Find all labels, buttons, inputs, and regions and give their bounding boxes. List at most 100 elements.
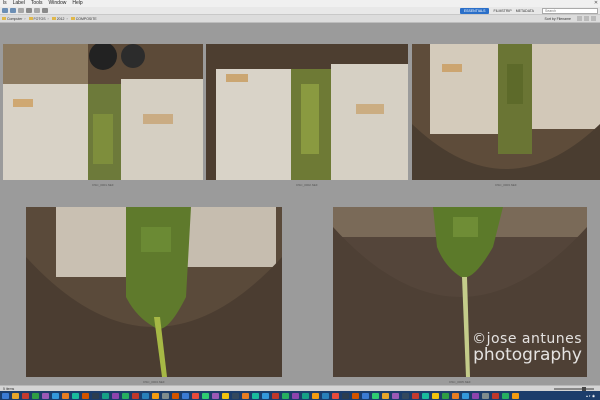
thumbnail-3[interactable] <box>412 44 600 180</box>
app-icon[interactable] <box>82 392 89 399</box>
app-icon[interactable] <box>452 392 459 399</box>
app-icon[interactable] <box>372 392 379 399</box>
breadcrumb-label: 2012 <box>56 16 65 21</box>
thumbnail-4[interactable] <box>26 207 282 377</box>
refine-icon[interactable] <box>34 8 40 13</box>
app-icon[interactable] <box>92 392 99 399</box>
search-input[interactable]: Search <box>542 7 598 14</box>
menu-item-label[interactable]: Label <box>10 0 28 7</box>
chevron-right-icon: › <box>47 16 49 21</box>
app-icon[interactable] <box>402 392 409 399</box>
app-icon[interactable] <box>152 392 159 399</box>
app-icon[interactable] <box>432 392 439 399</box>
breadcrumb-item[interactable]: 2012 › <box>51 16 68 21</box>
folder-icon[interactable] <box>18 8 24 13</box>
thumbnail-caption: DSC_0005.NEF <box>449 380 471 384</box>
app-icon[interactable] <box>142 392 149 399</box>
app-icon[interactable] <box>492 392 499 399</box>
app-icon[interactable] <box>312 392 319 399</box>
app-icon[interactable] <box>302 392 309 399</box>
app-icon[interactable] <box>422 392 429 399</box>
slider-knob[interactable] <box>582 386 586 391</box>
close-icon[interactable]: ✕ <box>592 0 600 7</box>
explorer-icon[interactable] <box>12 392 19 399</box>
menu-item-window[interactable]: Window <box>46 0 70 7</box>
thumbnail-2[interactable] <box>206 44 408 180</box>
app-icon[interactable] <box>222 392 229 399</box>
app-icon[interactable] <box>512 392 519 399</box>
app-icon[interactable] <box>462 392 469 399</box>
app-icon[interactable] <box>282 392 289 399</box>
app-icon[interactable] <box>382 392 389 399</box>
photo-2 <box>206 44 408 180</box>
thumbnail-size-slider[interactable] <box>554 386 594 391</box>
app-icon[interactable] <box>182 392 189 399</box>
app-icon[interactable] <box>272 392 279 399</box>
app-icon[interactable] <box>102 392 109 399</box>
app-icon[interactable] <box>352 392 359 399</box>
app-icon[interactable] <box>392 392 399 399</box>
app-icon[interactable] <box>22 392 29 399</box>
breadcrumb-item[interactable]: FOTOS › <box>28 16 49 21</box>
app-icon[interactable] <box>192 392 199 399</box>
app-icon[interactable] <box>442 392 449 399</box>
app-icon[interactable] <box>342 392 349 399</box>
sort-direction-icon[interactable] <box>577 16 582 21</box>
forward-icon[interactable] <box>10 8 16 13</box>
app-icon[interactable] <box>62 392 69 399</box>
thumbnail-caption: DSC_0004.NEF <box>143 380 165 384</box>
camera-icon[interactable] <box>26 8 32 13</box>
folder-icon <box>28 17 33 20</box>
menu-item-tools[interactable]: Tools <box>28 0 46 7</box>
toolbar: ESSENTIALS FILMSTRIP METADATA Search <box>0 7 600 15</box>
app-icon[interactable] <box>122 392 129 399</box>
app-icon[interactable] <box>112 392 119 399</box>
menu-bar: ls Label Tools Window Help ✕ <box>0 0 600 7</box>
app-icon[interactable] <box>482 392 489 399</box>
chevron-right-icon: › <box>24 16 26 21</box>
open-recent-icon[interactable] <box>42 8 48 13</box>
system-tray[interactable]: ▴ ◐ ◉ <box>586 394 598 398</box>
sort-dropdown[interactable]: Sort by Filename <box>545 17 571 21</box>
app-icon[interactable] <box>162 392 169 399</box>
workspace-button-active[interactable]: ESSENTIALS <box>459 7 490 14</box>
app-icon[interactable] <box>212 392 219 399</box>
chevron-right-icon: › <box>66 16 68 21</box>
menu-item-help[interactable]: Help <box>69 0 85 7</box>
app-icon[interactable] <box>332 392 339 399</box>
app-icon[interactable] <box>292 392 299 399</box>
app-icon[interactable] <box>32 392 39 399</box>
app-icon[interactable] <box>472 392 479 399</box>
menu-item-file[interactable]: ls <box>0 0 10 7</box>
taskbar: ▴ ◐ ◉ <box>0 391 600 400</box>
breadcrumb-label: COMPOSITE <box>75 16 97 21</box>
breadcrumb-item[interactable]: COMPOSITE <box>70 16 97 21</box>
workspace-button-metadata[interactable]: METADATA <box>516 9 534 13</box>
app-icon[interactable] <box>362 392 369 399</box>
app-icon[interactable] <box>202 392 209 399</box>
folder-icon <box>70 17 75 20</box>
app-icon[interactable] <box>412 392 419 399</box>
breadcrumb-item[interactable]: Computer › <box>2 17 26 21</box>
list-view-icon[interactable] <box>591 16 596 21</box>
breadcrumb-label: Computer <box>7 16 23 21</box>
back-icon[interactable] <box>2 8 8 13</box>
photo-3 <box>412 44 600 180</box>
app-icon[interactable] <box>262 392 269 399</box>
watermark-line-2: photography <box>473 345 582 365</box>
app-icon[interactable] <box>132 392 139 399</box>
thumbnail-1[interactable] <box>3 44 203 180</box>
watermark: ©jose antunes photography <box>452 331 582 365</box>
app-icon[interactable] <box>172 392 179 399</box>
workspace-button-filmstrip[interactable]: FILMSTRIP <box>493 9 511 13</box>
app-icon[interactable] <box>52 392 59 399</box>
app-icon[interactable] <box>322 392 329 399</box>
app-icon[interactable] <box>232 392 239 399</box>
start-icon[interactable] <box>2 392 9 399</box>
app-icon[interactable] <box>242 392 249 399</box>
app-icon[interactable] <box>72 392 79 399</box>
app-icon[interactable] <box>252 392 259 399</box>
app-icon[interactable] <box>502 392 509 399</box>
grid-view-icon[interactable] <box>584 16 589 21</box>
app-icon[interactable] <box>42 392 49 399</box>
